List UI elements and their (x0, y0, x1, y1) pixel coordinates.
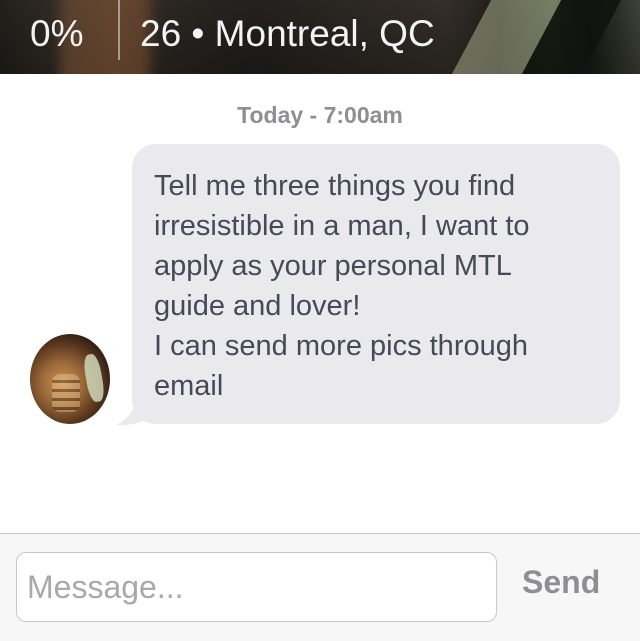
message-line: email (154, 370, 224, 402)
message-line: apply as your personal MTL (154, 250, 512, 282)
message-input[interactable] (16, 552, 497, 622)
composer-bar: Send (0, 533, 640, 641)
message-line: Tell me three things you find (154, 170, 516, 202)
message-line: irresistible in a man, I want to (154, 210, 530, 242)
send-button[interactable]: Send (522, 564, 600, 601)
age-location: 26 • Montreal, QC (140, 13, 435, 54)
header-divider (118, 0, 120, 60)
message-timestamp: Today - 7:00am (237, 102, 403, 128)
message-line: guide and lover! (154, 290, 361, 322)
message-text: Tell me three things you find irresistib… (154, 166, 604, 406)
avatar-photo-detail (52, 374, 80, 412)
avatar-photo-highlight (81, 352, 107, 404)
profile-header[interactable]: 0% 26 • Montreal, QC (0, 0, 640, 74)
message-line: I can send more pics through (154, 330, 528, 362)
sender-avatar[interactable] (30, 334, 110, 424)
match-percent: 0% (30, 13, 84, 54)
